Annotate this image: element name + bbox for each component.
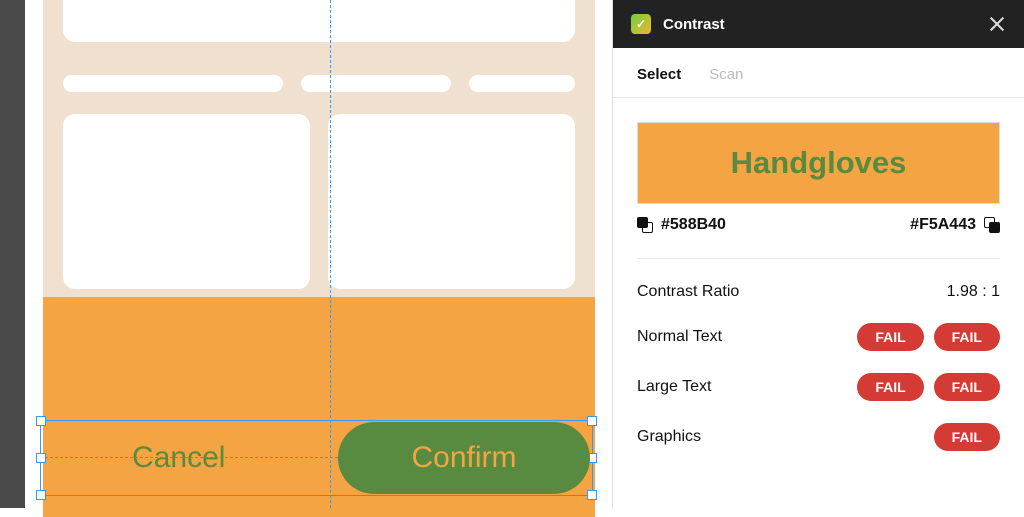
- placeholder-pill: [301, 75, 451, 92]
- canvas-gutter: [0, 0, 25, 508]
- divider: [637, 258, 1000, 259]
- panel-header: ✓ Contrast: [613, 0, 1024, 48]
- cancel-button-layer[interactable]: Cancel: [41, 441, 317, 475]
- background-hex: #F5A443: [910, 216, 976, 234]
- panel-tabs: Select Scan: [613, 48, 1024, 98]
- placeholder-card: [328, 114, 575, 289]
- design-canvas[interactable]: Cancel Confirm: [0, 0, 610, 508]
- status-badge: FAIL: [857, 373, 923, 401]
- panel-body: Handgloves #588B40 #F5A443 Contrast Rati…: [613, 98, 1024, 508]
- ratio-label: Contrast Ratio: [637, 283, 739, 301]
- foreground-swatch-icon: [637, 217, 653, 233]
- close-icon[interactable]: [988, 15, 1006, 33]
- contrast-ratio-row: Contrast Ratio 1.98 : 1: [637, 283, 1000, 301]
- confirm-button-wrapper: Confirm: [317, 422, 593, 494]
- color-values-row: #588B40 #F5A443: [637, 216, 1000, 234]
- panel-title: Contrast: [663, 16, 976, 33]
- contrast-panel: ✓ Contrast Select Scan Handgloves #588B4…: [612, 0, 1024, 508]
- placeholder-pill: [469, 75, 575, 92]
- placeholder-card: [63, 0, 575, 42]
- placeholder-pill-row: [63, 75, 575, 92]
- tab-scan[interactable]: Scan: [709, 66, 743, 83]
- background-color[interactable]: #F5A443: [910, 216, 1000, 234]
- normal-text-row: Normal Text FAIL FAIL: [637, 323, 1000, 351]
- confirm-button-layer[interactable]: Confirm: [338, 422, 590, 494]
- graphics-row: Graphics FAIL: [637, 423, 1000, 451]
- ratio-value: 1.98 : 1: [947, 283, 1000, 301]
- placeholder-card-pair: [63, 114, 575, 289]
- large-text-label: Large Text: [637, 378, 711, 396]
- normal-text-label: Normal Text: [637, 328, 722, 346]
- large-text-row: Large Text FAIL FAIL: [637, 373, 1000, 401]
- status-badge: FAIL: [857, 323, 923, 351]
- foreground-hex: #588B40: [661, 216, 726, 234]
- foreground-color[interactable]: #588B40: [637, 216, 726, 234]
- tab-select[interactable]: Select: [637, 66, 681, 83]
- mockup-upper-bg: [43, 0, 595, 297]
- placeholder-pill: [63, 75, 283, 92]
- background-swatch-icon: [984, 217, 1000, 233]
- preview-swatch: Handgloves: [637, 122, 1000, 204]
- graphics-label: Graphics: [637, 428, 701, 446]
- selection-bounds[interactable]: Cancel Confirm: [40, 420, 593, 496]
- status-badge: FAIL: [934, 323, 1000, 351]
- status-badge: FAIL: [934, 423, 1000, 451]
- contrast-app-icon: ✓: [631, 14, 651, 34]
- placeholder-card: [63, 114, 310, 289]
- status-badge: FAIL: [934, 373, 1000, 401]
